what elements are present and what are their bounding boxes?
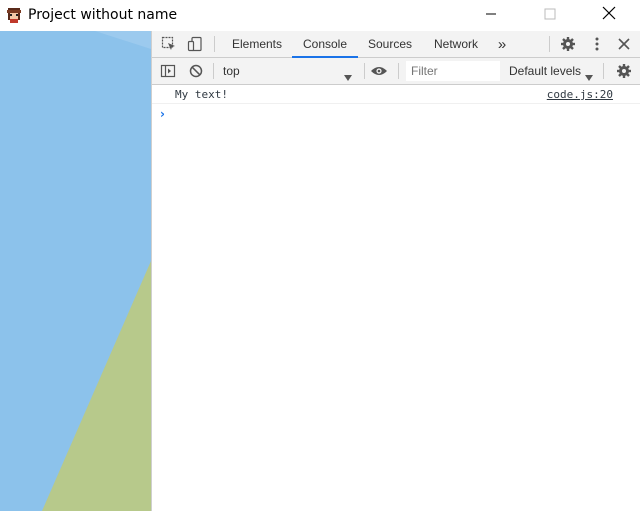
pixel-character-icon (5, 6, 23, 24)
window-titlebar: Project without name (0, 0, 640, 31)
console-toolbar: top Default levels (152, 58, 640, 85)
console-message-text: My text! (175, 88, 228, 101)
dropdown-arrow-icon (344, 68, 352, 86)
divider (364, 63, 365, 79)
inspect-element-button[interactable] (160, 35, 178, 53)
divider (214, 36, 215, 52)
devtools-tabbar: Elements Console Sources Network » (152, 31, 640, 58)
game-canvas[interactable] (0, 31, 151, 511)
dropdown-arrow-icon (585, 68, 593, 86)
close-devtools-button[interactable] (615, 35, 633, 53)
console-output[interactable]: My text! code.js:20 › (152, 85, 640, 511)
gear-icon (617, 64, 631, 78)
console-message-source-link[interactable]: code.js:20 (547, 88, 613, 101)
devtools-panel: Elements Console Sources Network » top F… (151, 31, 640, 511)
show-sidebar-button[interactable] (159, 62, 177, 80)
live-expression-button[interactable] (370, 62, 388, 80)
eye-icon (371, 67, 387, 75)
gear-icon (561, 37, 575, 51)
filter-input[interactable] (406, 61, 500, 81)
close-icon (602, 6, 616, 25)
close-icon (618, 38, 630, 50)
minimize-icon (485, 7, 497, 25)
more-options-button[interactable] (588, 35, 606, 53)
tab-network[interactable]: Network (424, 31, 488, 58)
log-levels-dropdown[interactable]: Default levels (509, 61, 581, 82)
close-window-button[interactable] (586, 0, 632, 31)
device-toolbar-button[interactable] (186, 35, 204, 53)
maximize-icon (544, 7, 556, 25)
settings-button[interactable] (559, 35, 577, 53)
console-prompt[interactable]: › (160, 107, 165, 121)
divider (398, 63, 399, 79)
divider (549, 36, 550, 52)
minimize-button[interactable] (468, 0, 514, 31)
divider (603, 63, 604, 79)
inspect-icon (161, 36, 175, 50)
tab-sources[interactable]: Sources (360, 31, 420, 58)
device-icon (187, 36, 202, 52)
tab-elements[interactable]: Elements (224, 31, 290, 58)
more-tabs-button[interactable]: » (494, 31, 510, 58)
sidebar-toggle-icon (160, 64, 176, 78)
window-title: Project without name (28, 7, 178, 23)
block-icon (189, 64, 203, 78)
maximize-button[interactable] (527, 0, 573, 31)
context-selector[interactable]: top (218, 61, 358, 82)
console-settings-button[interactable] (615, 62, 633, 80)
console-message: My text! code.js:20 (152, 85, 640, 104)
kebab-menu-icon (595, 37, 599, 51)
tab-console[interactable]: Console (292, 31, 358, 58)
divider (213, 63, 214, 79)
game-scene (0, 31, 151, 511)
clear-console-button[interactable] (187, 62, 205, 80)
